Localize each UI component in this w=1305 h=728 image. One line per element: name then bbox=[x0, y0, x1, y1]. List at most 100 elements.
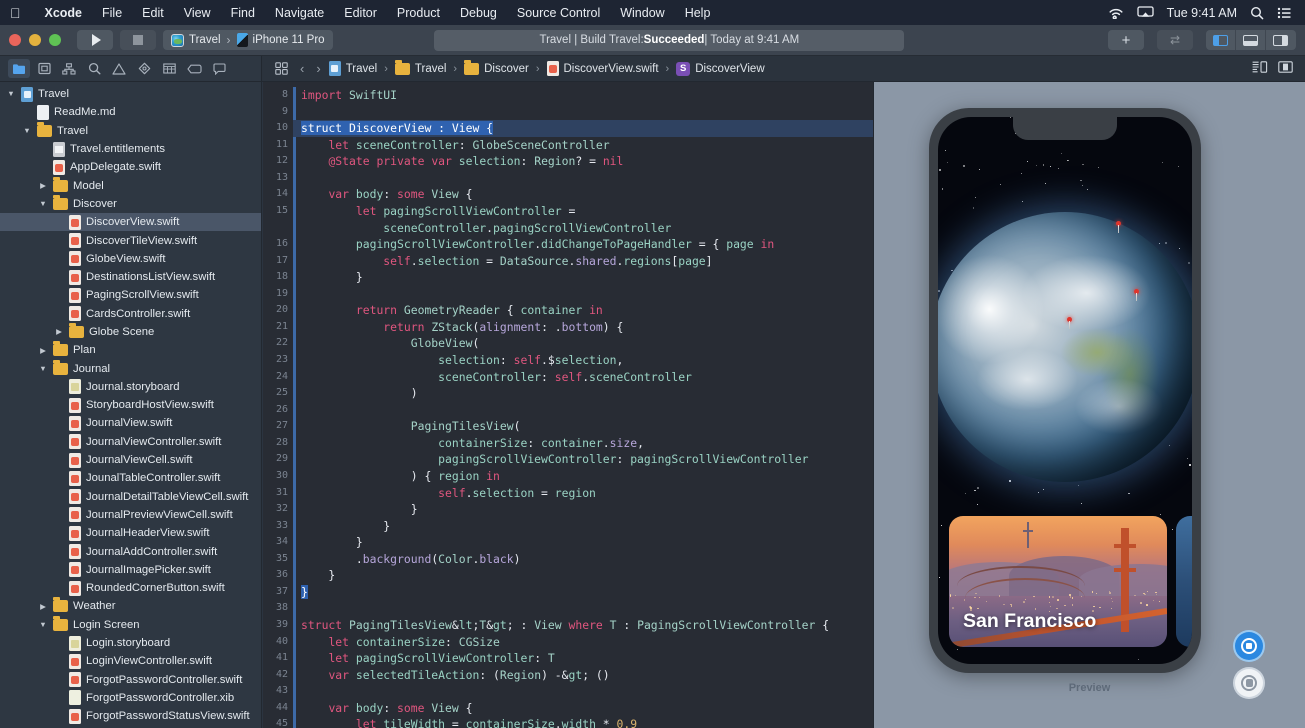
menu-item-find[interactable]: Find bbox=[221, 6, 265, 20]
symbol-navigator-icon[interactable] bbox=[58, 59, 80, 78]
disclosure-triangle-open[interactable]: ▼ bbox=[38, 621, 48, 629]
code-line[interactable]: } bbox=[293, 534, 874, 551]
debug-navigator-icon[interactable] bbox=[158, 59, 180, 78]
screen-mirroring-icon[interactable] bbox=[1137, 6, 1154, 19]
file-row[interactable]: ▶ReadMe.md bbox=[0, 103, 261, 121]
code-editor[interactable]: 8910111213141516171819202122232425262728… bbox=[263, 82, 874, 728]
file-row[interactable]: ▶Login.storyboard bbox=[0, 634, 261, 652]
file-row[interactable]: ▶JournalImagePicker.swift bbox=[0, 561, 261, 579]
issue-navigator-icon[interactable] bbox=[108, 59, 130, 78]
code-line[interactable] bbox=[293, 402, 874, 419]
preview-canvas[interactable]: San Francisco Preview bbox=[874, 82, 1305, 728]
control-center-icon[interactable] bbox=[1277, 7, 1291, 19]
code-line[interactable]: var body: some View { bbox=[293, 186, 874, 203]
code-line[interactable]: self.selection = region bbox=[293, 485, 874, 502]
file-row[interactable]: ▶JournalHeaderView.swift bbox=[0, 524, 261, 542]
wifi-icon[interactable] bbox=[1108, 7, 1124, 19]
globe-3d-render[interactable] bbox=[938, 212, 1192, 482]
close-window-button[interactable] bbox=[9, 34, 21, 46]
file-row[interactable]: ▶GlobeView.swift bbox=[0, 250, 261, 268]
menu-bar-clock[interactable]: Tue 9:41 AM bbox=[1167, 6, 1237, 20]
source-control-navigator-icon[interactable] bbox=[33, 59, 55, 78]
file-row[interactable]: ▼Login Screen bbox=[0, 616, 261, 634]
file-row[interactable]: ▶Plan bbox=[0, 341, 261, 359]
file-row[interactable]: ▶Weather bbox=[0, 597, 261, 615]
menu-item-xcode[interactable]: Xcode bbox=[35, 6, 93, 20]
code-line[interactable]: GlobeView( bbox=[293, 335, 874, 352]
inspector-panel-toggle[interactable] bbox=[1266, 30, 1296, 50]
disclosure-triangle-closed[interactable]: ▶ bbox=[38, 347, 48, 355]
file-row[interactable]: ▶StoryboardHostView.swift bbox=[0, 396, 261, 414]
file-row[interactable]: ▶RoundedCornerButton.swift bbox=[0, 579, 261, 597]
file-row[interactable]: ▶JournalDetailTableViewCell.swift bbox=[0, 488, 261, 506]
breadcrumb-symbol[interactable]: S DiscoverView bbox=[676, 62, 764, 76]
spotlight-search-icon[interactable] bbox=[1250, 6, 1264, 20]
code-line[interactable]: let containerSize: CGSize bbox=[293, 634, 874, 651]
code-line[interactable]: struct PagingTilesView&lt;T&gt; : View w… bbox=[293, 617, 874, 634]
code-line[interactable]: selection: self.$selection, bbox=[293, 352, 874, 369]
code-line[interactable]: } bbox=[293, 269, 874, 286]
code-line[interactable]: ) { region in bbox=[293, 468, 874, 485]
menu-item-edit[interactable]: Edit bbox=[132, 6, 174, 20]
run-button[interactable] bbox=[77, 30, 113, 50]
code-line[interactable]: let pagingScrollViewController: T bbox=[293, 650, 874, 667]
code-line[interactable] bbox=[293, 683, 874, 700]
menu-item-editor[interactable]: Editor bbox=[334, 6, 387, 20]
destination-card[interactable]: San Francisco bbox=[949, 516, 1167, 647]
jump-bar-forward-button[interactable]: › bbox=[312, 61, 324, 76]
code-line[interactable] bbox=[293, 104, 874, 121]
live-preview-button[interactable] bbox=[1235, 632, 1263, 660]
file-row[interactable]: ▶JournalViewController.swift bbox=[0, 433, 261, 451]
file-row[interactable]: ▶ForgotPasswordStatusView.swift bbox=[0, 707, 261, 725]
map-pin[interactable] bbox=[1134, 289, 1139, 294]
code-line[interactable]: sceneController: self.sceneController bbox=[293, 369, 874, 386]
code-line[interactable]: sceneController.pagingScrollViewControll… bbox=[293, 220, 874, 237]
breadcrumb-project[interactable]: Travel bbox=[329, 61, 378, 76]
code-line[interactable]: containerSize: container.size, bbox=[293, 435, 874, 452]
disclosure-triangle-open[interactable]: ▼ bbox=[6, 90, 16, 98]
file-row[interactable]: ▼Travel bbox=[0, 122, 261, 140]
source-code-text[interactable]: import SwiftUI struct DiscoverView : Vie… bbox=[293, 82, 874, 728]
code-line[interactable]: } bbox=[293, 584, 874, 601]
code-line[interactable]: let tileWidth = containerSize.width * 0.… bbox=[293, 716, 874, 728]
file-row[interactable]: ▼Journal bbox=[0, 359, 261, 377]
breadcrumb-file[interactable]: DiscoverView.swift bbox=[547, 61, 659, 76]
related-items-icon[interactable] bbox=[270, 59, 292, 78]
menu-item-debug[interactable]: Debug bbox=[450, 6, 507, 20]
activity-status-bar[interactable]: Travel | Build Travel: Succeeded | Today… bbox=[434, 30, 904, 51]
disclosure-triangle-open[interactable]: ▼ bbox=[38, 200, 48, 208]
file-row[interactable]: ▶ForgotPasswordController.xib bbox=[0, 689, 261, 707]
minimize-window-button[interactable] bbox=[29, 34, 41, 46]
file-row[interactable]: ▶Journal.storyboard bbox=[0, 378, 261, 396]
code-line[interactable]: } bbox=[293, 501, 874, 518]
debug-panel-toggle[interactable] bbox=[1236, 30, 1266, 50]
code-line[interactable]: pagingScrollViewController: pagingScroll… bbox=[293, 451, 874, 468]
file-row[interactable]: ▶Travel.entitlements bbox=[0, 140, 261, 158]
disclosure-triangle-closed[interactable]: ▶ bbox=[54, 328, 64, 336]
code-line[interactable]: let sceneController: GlobeSceneControlle… bbox=[293, 137, 874, 154]
file-row[interactable]: ▶CardsController.swift bbox=[0, 305, 261, 323]
next-destination-card[interactable] bbox=[1176, 516, 1192, 647]
stop-button[interactable] bbox=[120, 30, 156, 50]
code-line[interactable]: ) bbox=[293, 385, 874, 402]
code-line[interactable]: import SwiftUI bbox=[293, 87, 874, 104]
code-line[interactable]: return GeometryReader { container in bbox=[293, 302, 874, 319]
file-row[interactable]: ▶JournalViewCell.swift bbox=[0, 451, 261, 469]
code-line[interactable]: self.selection = DataSource.shared.regio… bbox=[293, 253, 874, 270]
code-line[interactable]: PagingTilesView( bbox=[293, 418, 874, 435]
report-navigator-icon[interactable] bbox=[208, 59, 230, 78]
menu-item-help[interactable]: Help bbox=[675, 6, 721, 20]
file-row[interactable]: ▶LoginViewController.swift bbox=[0, 652, 261, 670]
file-row[interactable]: ▶JournalPreviewViewCell.swift bbox=[0, 506, 261, 524]
disclosure-triangle-closed[interactable]: ▶ bbox=[38, 182, 48, 190]
test-navigator-icon[interactable] bbox=[133, 59, 155, 78]
file-row[interactable]: ▶JournalAddController.swift bbox=[0, 542, 261, 560]
file-row[interactable]: ▶ForgotPasswordController.swift bbox=[0, 671, 261, 689]
minimap-toggle-icon[interactable] bbox=[1278, 60, 1293, 78]
code-line[interactable]: } bbox=[293, 567, 874, 584]
file-row[interactable]: ▶JounalTableController.swift bbox=[0, 469, 261, 487]
project-navigator-icon[interactable] bbox=[8, 59, 30, 78]
iphone-preview-device[interactable]: San Francisco bbox=[929, 108, 1201, 673]
code-line[interactable]: let pagingScrollViewController = bbox=[293, 203, 874, 220]
breadcrumb-group-travel[interactable]: Travel bbox=[395, 63, 447, 75]
